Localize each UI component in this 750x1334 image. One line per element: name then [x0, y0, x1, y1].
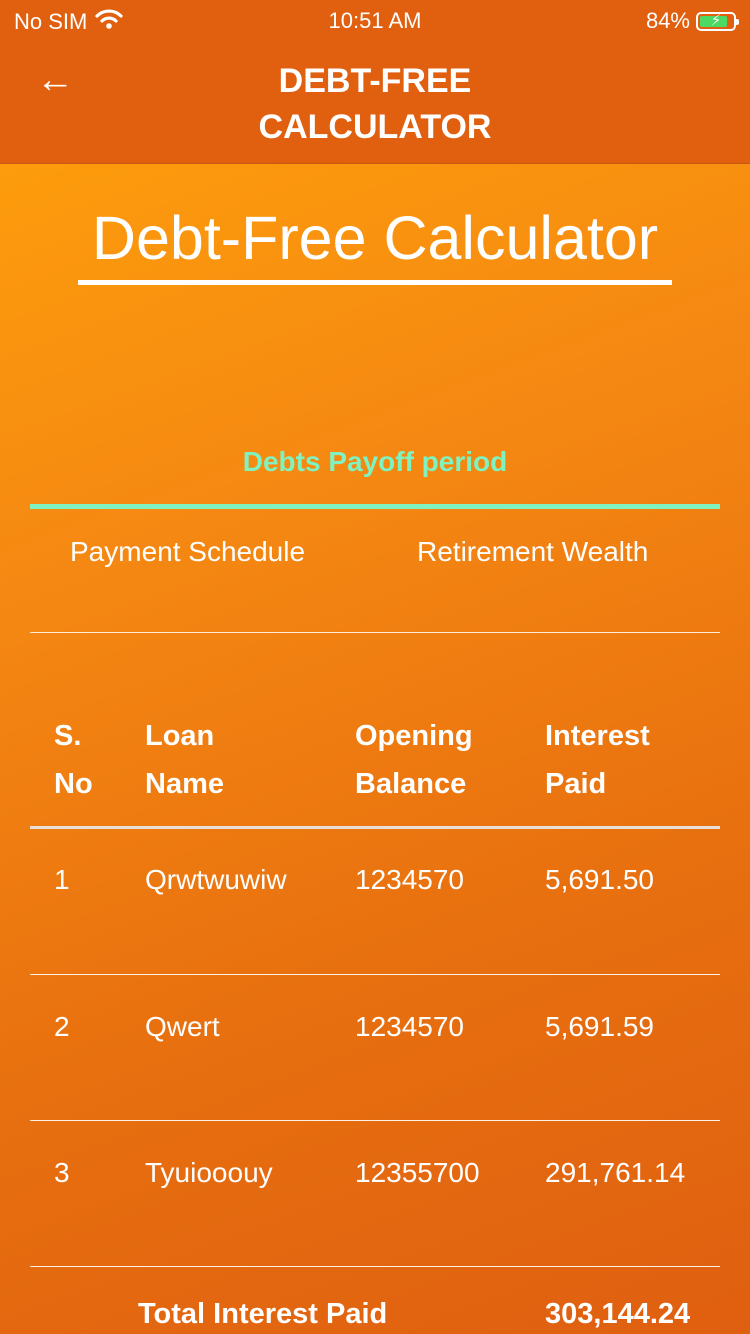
title-underline [78, 280, 672, 285]
tab-payment-schedule[interactable]: Payment Schedule [70, 536, 305, 568]
charging-bolt-icon: ⚡ [710, 11, 722, 29]
row-1-opening-balance: 1234570 [355, 864, 465, 895]
header-interest-paid-line1: Interest [545, 720, 650, 752]
row-3-serial-no: 3 [54, 1157, 70, 1188]
row-2-serial-no: 2 [54, 1011, 70, 1042]
header-opening-balance: Opening Balance [355, 712, 473, 808]
tab-retirement-wealth[interactable]: Retirement Wealth [417, 536, 648, 568]
row-3-loan-name: Tyuiooouy [145, 1157, 273, 1188]
nav-title-line2: CALCULATOR [258, 108, 492, 146]
header-serial-no: S. No [54, 712, 93, 808]
row-1-loan-name: Qrwtwuwiw [145, 864, 287, 895]
page-title: Debt-Free Calculator [91, 204, 659, 272]
battery-percent: 84% [645, 8, 690, 33]
header-loan-name-line1: Loan [145, 720, 215, 752]
row-3-interest-paid: 291,761.14 [545, 1157, 686, 1188]
battery-tip [736, 18, 739, 25]
tab-debts-payoff-period[interactable]: Debts Payoff period [0, 446, 750, 478]
main-content: Debt-Free Calculator Debts Payoff period… [0, 164, 750, 1334]
status-time: 10:51 AM [328, 8, 422, 33]
navigation-header: No SIM 10:51 AM 84% ⚡ ← DEBT-FREE CALCUL… [0, 0, 750, 164]
row-1-serial-no: 1 [54, 864, 70, 895]
header-loan-name: Loan Name [145, 712, 224, 808]
header-opening-balance-line2: Balance [355, 768, 467, 800]
row-2-divider [30, 1120, 720, 1121]
nav-title-line1: DEBT-FREE [278, 62, 472, 100]
header-interest-paid: Interest Paid [545, 712, 650, 808]
header-opening-balance-line1: Opening [355, 720, 473, 752]
row-1-interest-paid: 5,691.50 [545, 864, 654, 895]
row-2-opening-balance: 1234570 [355, 1011, 465, 1042]
tab-active-indicator [30, 504, 720, 509]
tabs-divider [30, 632, 720, 633]
left-arrow-icon: ← [36, 59, 74, 101]
row-2-interest-paid: 5,691.59 [545, 1011, 654, 1042]
header-loan-name-line2: Name [145, 768, 224, 800]
row-1-divider [30, 974, 720, 975]
battery-icon: ⚡ [696, 11, 739, 31]
table-header-divider [30, 826, 720, 829]
header-serial-no-line2: No [54, 768, 93, 800]
row-3-divider [30, 1266, 720, 1267]
status-bar: No SIM 10:51 AM 84% ⚡ [0, 0, 750, 40]
header-serial-no-line1: S. [54, 720, 82, 752]
row-3-opening-balance: 12355700 [355, 1157, 480, 1188]
back-button[interactable]: ← [36, 60, 84, 100]
nav-title: DEBT-FREE CALCULATOR [150, 58, 600, 150]
total-interest-value: 303,144.24 [545, 1298, 691, 1330]
header-interest-paid-line2: Paid [545, 768, 607, 800]
total-interest-label: Total Interest Paid [138, 1298, 388, 1330]
status-right: 84% ⚡ [645, 8, 739, 34]
row-2-loan-name: Qwert [145, 1011, 220, 1042]
